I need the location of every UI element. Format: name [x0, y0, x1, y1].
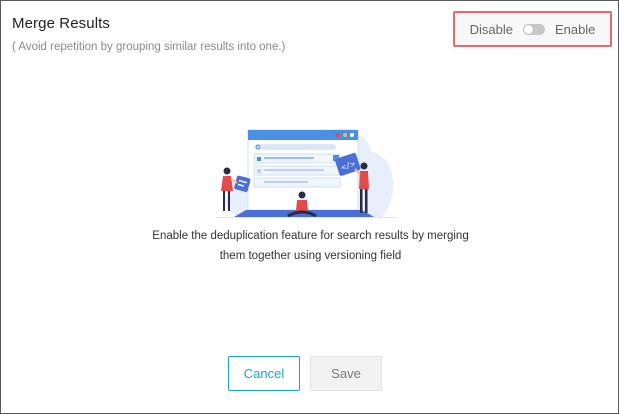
panel-title: Merge Results — [12, 15, 111, 32]
deduplication-illustration: </> — [216, 128, 396, 218]
panel-subtitle: ( Avoid repetition by grouping similar r… — [12, 41, 286, 53]
save-button[interactable]: Save — [310, 356, 382, 391]
merge-toggle-group: Disable Enable — [453, 11, 612, 47]
toggle-enable-label[interactable]: Enable — [555, 22, 595, 37]
cancel-button[interactable]: Cancel — [228, 356, 300, 391]
description-line-2: them together using versioning field — [219, 250, 402, 262]
switch-knob — [523, 24, 533, 34]
toggle-disable-label[interactable]: Disable — [470, 22, 513, 37]
merge-results-panel: Merge Results ( Avoid repetition by grou… — [0, 0, 619, 414]
description-line-1: Enable the deduplication feature for sea… — [152, 230, 469, 242]
merge-results-switch[interactable] — [522, 23, 545, 35]
